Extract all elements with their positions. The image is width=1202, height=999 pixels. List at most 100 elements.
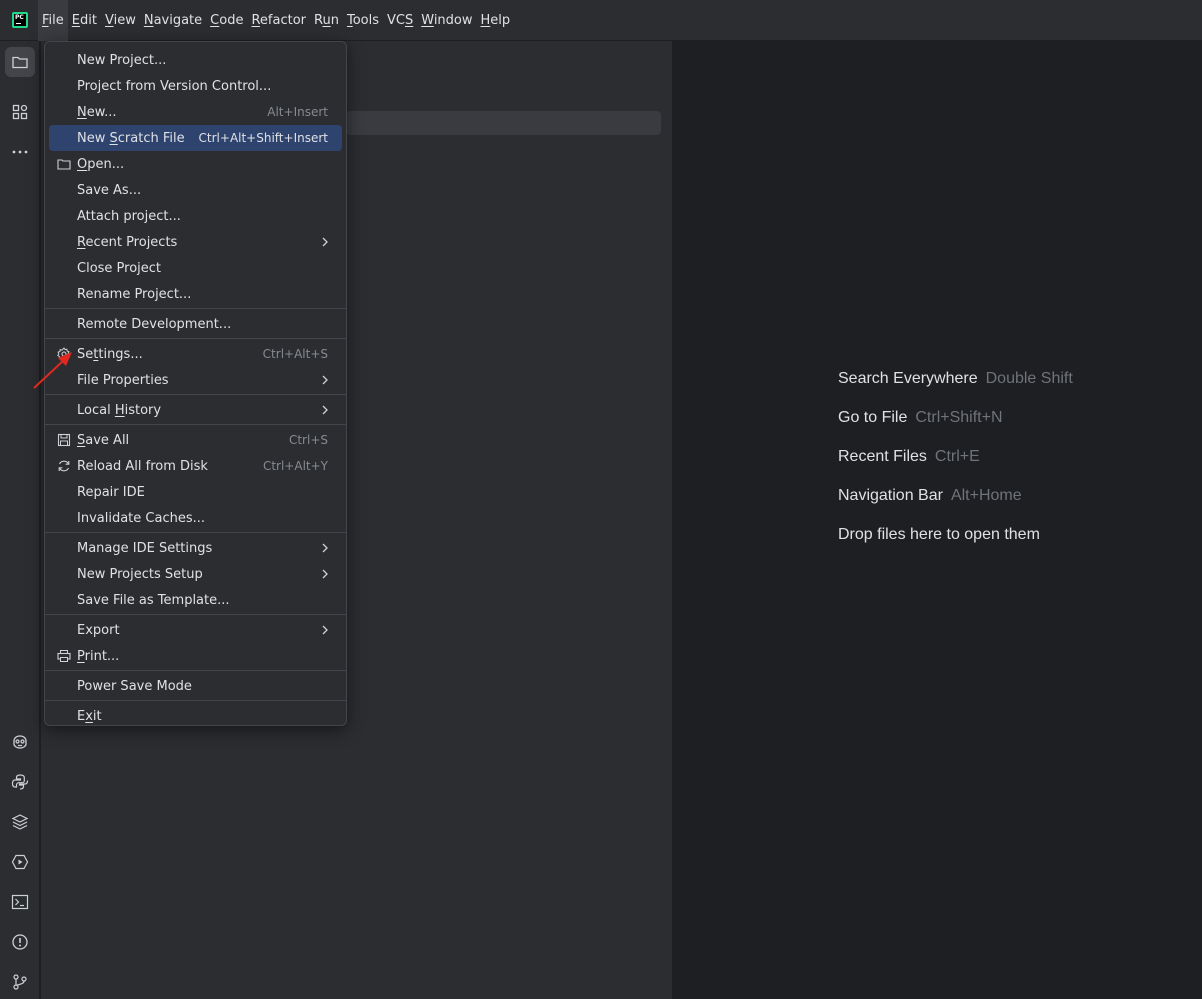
menu-item-new-scratch-file[interactable]: New Scratch File Ctrl+Alt+Shift+Insert bbox=[49, 125, 342, 151]
menu-item-export[interactable]: Export bbox=[49, 617, 342, 643]
menu-item-label: Recent Projects bbox=[77, 234, 178, 250]
layers-icon bbox=[11, 814, 29, 830]
services-icon bbox=[11, 854, 29, 870]
hint-label: Go to File bbox=[838, 409, 908, 426]
title-bar: PC File Edit View Navigate Code Refactor Run To… bbox=[0, 0, 1202, 41]
menu-file[interactable]: File bbox=[38, 0, 68, 41]
menu-item-save-as[interactable]: Save As... bbox=[49, 177, 342, 203]
editor-hint: Drop files here to open them bbox=[838, 526, 1040, 544]
menu-item-label: Export bbox=[77, 622, 120, 638]
problems-tool-button[interactable] bbox=[5, 927, 35, 957]
left-tool-strip bbox=[0, 41, 40, 999]
menu-item-label: Local History bbox=[77, 402, 162, 418]
copilot-tool-button[interactable] bbox=[5, 727, 35, 757]
chevron-right-icon bbox=[320, 373, 330, 387]
menu-item-recent-projects[interactable]: Recent Projects bbox=[49, 229, 342, 255]
file-menu-dropdown: New Project... Project from Version Contr… bbox=[44, 41, 347, 726]
hint-shortcut: Alt+Home bbox=[950, 487, 1022, 504]
menu-item-repair-ide[interactable]: Repair IDE bbox=[49, 479, 342, 505]
more-icon bbox=[12, 150, 28, 154]
menu-item-local-history[interactable]: Local History bbox=[49, 397, 342, 423]
menu-item-shortcut: Ctrl+Alt+Y bbox=[262, 459, 328, 473]
chevron-right-icon bbox=[320, 623, 330, 637]
terminal-icon bbox=[11, 894, 29, 910]
menu-item-shortcut: Ctrl+Alt+S bbox=[262, 347, 328, 361]
more-tools-button[interactable] bbox=[5, 137, 35, 167]
hint-shortcut: Ctrl+E bbox=[934, 448, 980, 465]
menu-item-power-save-mode[interactable]: Power Save Mode bbox=[49, 673, 342, 699]
pycharm-logo-icon[interactable]: PC bbox=[12, 12, 28, 28]
editor-hint: Recent Files Ctrl+E bbox=[838, 448, 980, 466]
menu-item-remote-development[interactable]: Remote Development... bbox=[49, 311, 342, 337]
menu-item-label: Rename Project... bbox=[77, 286, 192, 302]
menu-window[interactable]: Window bbox=[417, 0, 476, 41]
hint-label: Search Everywhere bbox=[838, 370, 978, 387]
folder-icon bbox=[12, 56, 28, 69]
menu-separator bbox=[45, 670, 346, 671]
menu-separator bbox=[45, 308, 346, 309]
menu-item-new[interactable]: New... Alt+Insert bbox=[49, 99, 342, 125]
menu-item-shortcut: Ctrl+S bbox=[288, 433, 328, 447]
layers-tool-button[interactable] bbox=[5, 807, 35, 837]
hint-label: Drop files here to open them bbox=[838, 526, 1040, 543]
menu-item-print[interactable]: Print... bbox=[49, 643, 342, 669]
git-tool-button[interactable] bbox=[5, 967, 35, 997]
menu-item-close-project[interactable]: Close Project bbox=[49, 255, 342, 281]
editor-empty-area[interactable]: Search Everywhere Double Shift Go to File C… bbox=[674, 41, 1202, 999]
menu-separator bbox=[45, 394, 346, 395]
menu-item-manage-ide-settings[interactable]: Manage IDE Settings bbox=[49, 535, 342, 561]
menu-item-settings[interactable]: Settings... Ctrl+Alt+S bbox=[49, 341, 342, 367]
menu-item-label: Settings... bbox=[77, 346, 143, 362]
menu-view[interactable]: View bbox=[101, 0, 140, 41]
menu-item-save-file-as-template[interactable]: Save File as Template... bbox=[49, 587, 342, 613]
menu-run[interactable]: Run bbox=[310, 0, 343, 41]
structure-tool-button[interactable] bbox=[5, 97, 35, 127]
menu-item-label: File Properties bbox=[77, 372, 169, 388]
menu-navigate[interactable]: Navigate bbox=[140, 0, 206, 41]
menu-separator bbox=[45, 532, 346, 533]
menu-item-attach-project[interactable]: Attach project... bbox=[49, 203, 342, 229]
hint-label: Recent Files bbox=[838, 448, 927, 465]
python-console-button[interactable] bbox=[5, 767, 35, 797]
menu-item-label: Attach project... bbox=[77, 208, 181, 224]
project-tool-button[interactable] bbox=[5, 47, 35, 77]
menu-item-label: Open... bbox=[77, 156, 125, 172]
menu-item-label: Print... bbox=[77, 648, 120, 664]
menu-item-label: New Project... bbox=[77, 52, 167, 68]
menu-item-shortcut: Ctrl+Alt+Shift+Insert bbox=[198, 131, 328, 145]
menu-separator bbox=[45, 424, 346, 425]
menu-item-open[interactable]: Open... bbox=[49, 151, 342, 177]
annotation-arrow-icon bbox=[33, 352, 72, 389]
hint-shortcut: Ctrl+Shift+N bbox=[915, 409, 1003, 426]
problems-icon bbox=[12, 934, 28, 950]
selected-tree-row[interactable] bbox=[346, 111, 661, 135]
menu-edit[interactable]: Edit bbox=[68, 0, 101, 41]
editor-hint: Go to File Ctrl+Shift+N bbox=[838, 409, 1003, 427]
hint-label: Navigation Bar bbox=[838, 487, 943, 504]
menu-item-invalidate-caches[interactable]: Invalidate Caches... bbox=[49, 505, 342, 531]
menu-help[interactable]: Help bbox=[477, 0, 515, 41]
save-icon bbox=[56, 432, 72, 448]
folder-icon bbox=[56, 156, 72, 172]
menu-item-file-properties[interactable]: File Properties bbox=[49, 367, 342, 393]
menu-item-label: Reload All from Disk bbox=[77, 458, 208, 474]
menu-item-project-from-version-control[interactable]: Project from Version Control... bbox=[49, 73, 342, 99]
menu-item-label: Invalidate Caches... bbox=[77, 510, 206, 526]
chevron-right-icon bbox=[320, 541, 330, 555]
menu-item-new-project[interactable]: New Project... bbox=[49, 47, 342, 73]
menu-tools[interactable]: Tools bbox=[343, 0, 383, 41]
terminal-tool-button[interactable] bbox=[5, 887, 35, 917]
menu-item-label: New Scratch File bbox=[77, 130, 185, 146]
editor-hint: Navigation Bar Alt+Home bbox=[838, 487, 1022, 505]
menu-item-save-all[interactable]: Save All Ctrl+S bbox=[49, 427, 342, 453]
menu-code[interactable]: Code bbox=[206, 0, 247, 41]
services-tool-button[interactable] bbox=[5, 847, 35, 877]
menu-item-shortcut: Alt+Insert bbox=[267, 105, 328, 119]
menu-item-exit[interactable]: Exit bbox=[49, 703, 342, 729]
menu-item-rename-project[interactable]: Rename Project... bbox=[49, 281, 342, 307]
logo-text: PC bbox=[15, 14, 24, 21]
menu-refactor[interactable]: Refactor bbox=[247, 0, 310, 41]
menu-vcs[interactable]: VCS bbox=[383, 0, 417, 41]
menu-item-new-projects-setup[interactable]: New Projects Setup bbox=[49, 561, 342, 587]
menu-item-reload-all-from-disk[interactable]: Reload All from Disk Ctrl+Alt+Y bbox=[49, 453, 342, 479]
